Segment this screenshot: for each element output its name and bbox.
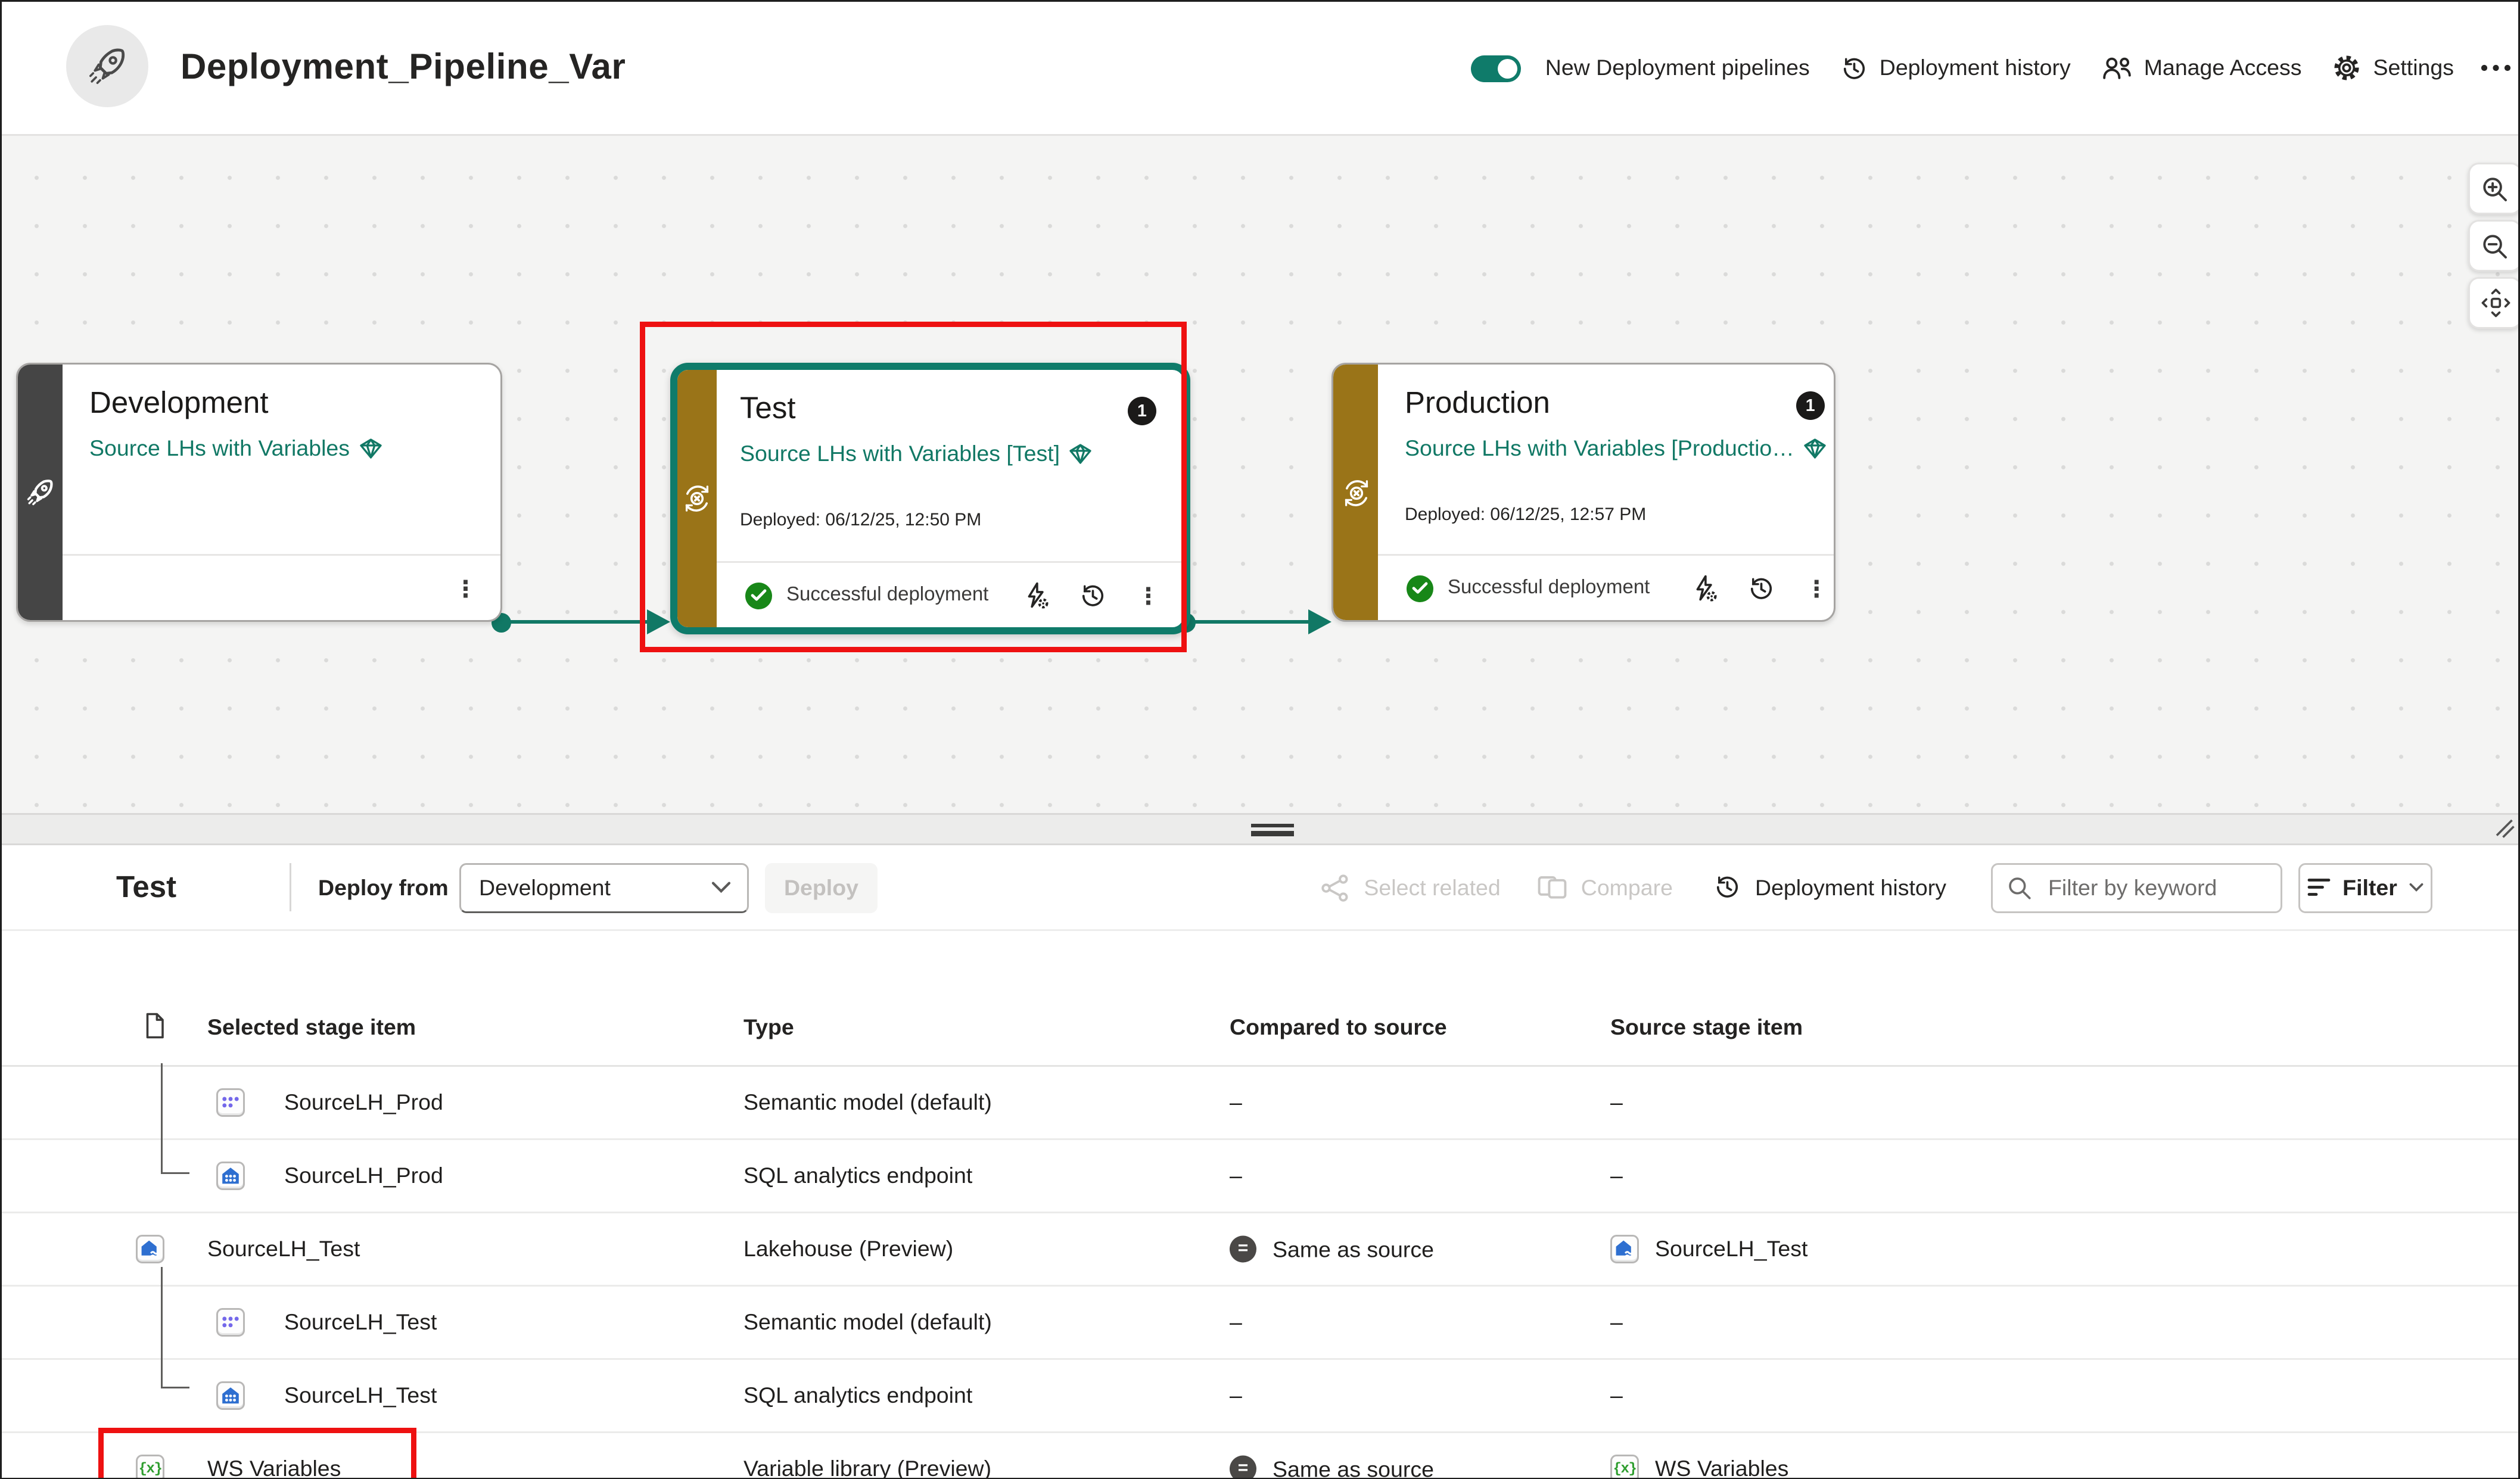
settings-button[interactable]: Settings (2332, 54, 2454, 82)
zoom-out-button[interactable] (2468, 220, 2520, 272)
new-pipelines-toggle-group: New Deployment pipelines (1470, 55, 1810, 82)
workspace-link[interactable]: Source LHs with Variables (63, 422, 500, 461)
semantic-model-icon (216, 1308, 245, 1337)
semantic-model-icon (216, 1088, 245, 1117)
stage-card-production[interactable]: Production 1 Source LHs with Variables [… (1331, 363, 1835, 622)
deployed-timestamp: Deployed: 06/12/25, 12:57 PM (1405, 506, 1646, 525)
history-icon[interactable] (1748, 575, 1775, 602)
lakehouse-icon (136, 1235, 164, 1263)
rocket-icon (86, 45, 129, 88)
stage-detail-panel: Test Deploy from Development Deploy (2, 845, 2518, 1477)
manage-access-button[interactable]: Manage Access (2101, 55, 2302, 80)
variable-library-icon: {x} (1610, 1455, 1639, 1479)
compare-button[interactable]: Compare (1536, 874, 1673, 901)
column-source-stage-item: Source stage item (1610, 1015, 1803, 1040)
panel-splitter[interactable] (2, 813, 2518, 845)
table-row[interactable]: SourceLH_Test Semantic model (default) –… (2, 1287, 2518, 1360)
table-row[interactable]: SourceLH_Prod SQL analytics endpoint – – (2, 1140, 2518, 1213)
more-vertical-icon[interactable]: ⋮ (1805, 577, 1828, 600)
chevron-down-icon (711, 881, 731, 893)
stage-card-development[interactable]: Development Source LHs with Variables ⋮ (16, 363, 502, 622)
success-check-icon (1407, 575, 1433, 602)
connector-test-prod (1185, 619, 1308, 624)
premium-diamond-icon (1803, 438, 1827, 459)
stage-sync-icon (1340, 477, 1372, 509)
deployment-pipeline-window: Deployment_Pipeline_Var New Deployment p… (0, 0, 2520, 1479)
stage-badge: 1 (1796, 391, 1825, 420)
deploy-button[interactable]: Deploy (765, 863, 878, 913)
zoom-in-button[interactable] (2468, 163, 2520, 214)
pan-fit-button[interactable] (2468, 277, 2520, 329)
connector-dev-test (499, 619, 649, 624)
stage-name: Development (89, 386, 269, 422)
app-header: Deployment_Pipeline_Var New Deployment p… (2, 2, 2518, 134)
people-icon (2101, 55, 2132, 80)
history-icon (1714, 874, 1741, 901)
table-row[interactable]: SourceLH_Test Lakehouse (Preview) = Same… (2, 1213, 2518, 1287)
more-vertical-icon[interactable]: ⋮ (454, 577, 477, 600)
tree-line (161, 1267, 163, 1388)
same-as-source-icon: = (1230, 1236, 1256, 1263)
tree-line (161, 1387, 189, 1389)
panel-toolbar: Test Deploy from Development Deploy (2, 845, 2518, 931)
more-horizontal-icon[interactable] (2479, 63, 2518, 73)
lakehouse-icon (1610, 1235, 1639, 1263)
select-related-button[interactable]: Select related (1321, 873, 1500, 902)
pipeline-avatar (66, 25, 148, 107)
column-compared-to-source: Compared to source (1230, 1015, 1447, 1040)
deployment-status: Successful deployment (1448, 577, 1650, 599)
compare-icon (1536, 874, 1567, 901)
same-as-source-icon: = (1230, 1456, 1256, 1479)
search-input[interactable] (2045, 873, 2266, 902)
column-type: Type (743, 1015, 794, 1040)
item-table: SourceLH_Prod Semantic model (default) –… (2, 1065, 2518, 1479)
new-pipelines-toggle[interactable] (1470, 55, 1520, 82)
workspace-link[interactable]: Source LHs with Variables [Productio… (1378, 422, 1835, 461)
splitter-handle-icon[interactable] (1251, 823, 1294, 840)
deploy-from-label: Deploy from (318, 845, 449, 929)
rocket-icon (25, 477, 55, 507)
panel-stage-title: Test (116, 845, 176, 929)
table-header: Selected stage item Type Compared to sou… (2, 995, 2518, 1060)
deployment-history-button[interactable]: Deployment history (1840, 55, 2071, 82)
table-row[interactable]: SourceLH_Prod Semantic model (default) –… (2, 1067, 2518, 1140)
connector-arrowhead (1308, 609, 1331, 634)
header-actions: New Deployment pipelines Deployment hist… (1470, 2, 2518, 134)
annotation-highlight-ws-variables (98, 1428, 416, 1479)
select-related-icon (1321, 873, 1349, 902)
page-title: Deployment_Pipeline_Var (181, 2, 626, 134)
table-row[interactable]: SourceLH_Test SQL analytics endpoint – – (2, 1360, 2518, 1433)
filter-keyword-search[interactable] (1991, 863, 2282, 913)
gear-icon (2332, 54, 2360, 82)
stage-strip-development (18, 365, 63, 620)
resize-diagonal-icon[interactable] (2495, 818, 2515, 838)
pipeline-canvas[interactable]: Development Source LHs with Variables ⋮ (2, 134, 2518, 815)
stage-strip-production (1333, 365, 1378, 620)
panel-deployment-history-button[interactable]: Deployment history (1714, 874, 1946, 901)
chevron-down-icon (2410, 883, 2424, 892)
document-icon (143, 1011, 166, 1040)
toggle-label: New Deployment pipelines (1545, 55, 1810, 80)
filter-button[interactable]: Filter (2298, 863, 2432, 913)
tree-line (161, 1063, 163, 1174)
history-icon (1840, 55, 1867, 82)
premium-diamond-icon (359, 438, 382, 459)
sql-endpoint-icon (216, 1162, 245, 1190)
deploy-from-dropdown[interactable]: Development (459, 863, 749, 913)
column-selected-stage-item: Selected stage item (207, 1015, 416, 1040)
filter-icon (2307, 877, 2330, 897)
toolbar-divider (290, 863, 291, 911)
deploy-from-value: Development (479, 875, 711, 900)
annotation-highlight-test-stage (640, 322, 1187, 652)
sql-endpoint-icon (216, 1381, 245, 1410)
stage-name: Production (1405, 386, 1550, 422)
tree-line (161, 1172, 189, 1175)
search-icon (2007, 875, 2032, 900)
deploy-settings-icon[interactable] (1691, 574, 1718, 602)
